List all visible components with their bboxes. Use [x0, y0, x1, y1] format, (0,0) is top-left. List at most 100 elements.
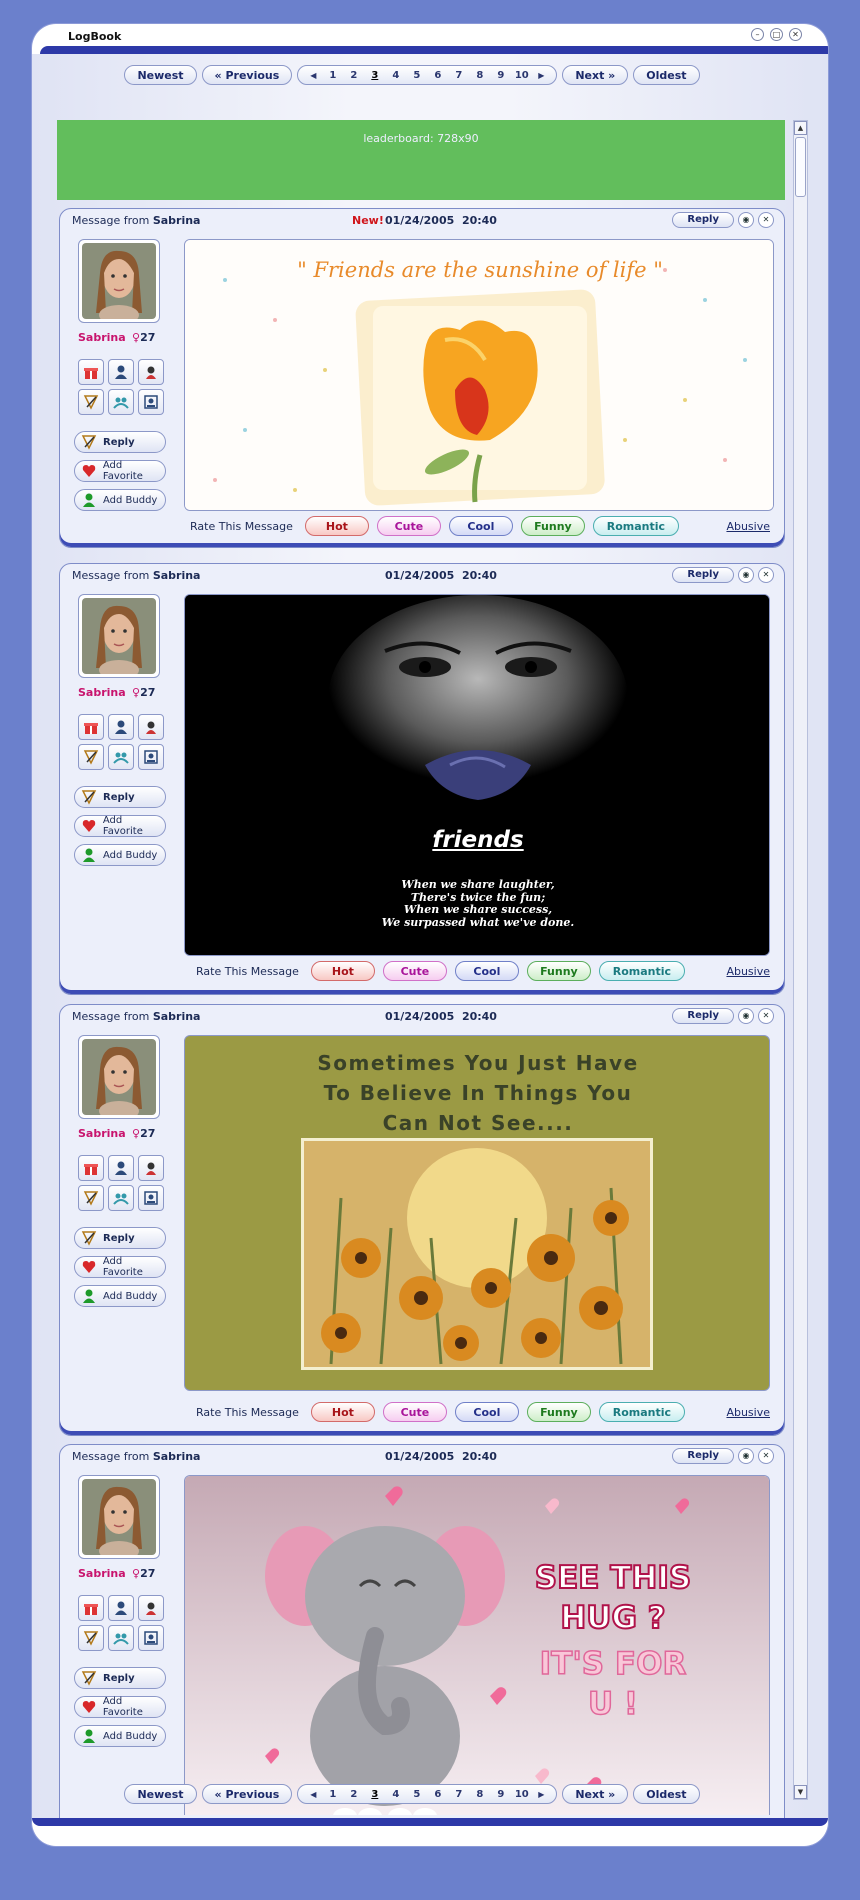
- close-icon[interactable]: ✕: [789, 28, 802, 41]
- id-card-icon[interactable]: [138, 744, 164, 770]
- write-icon[interactable]: [78, 744, 104, 770]
- avatar[interactable]: [78, 1475, 160, 1559]
- profile-icon[interactable]: [108, 1155, 134, 1181]
- eye-icon[interactable]: ◉: [738, 1008, 754, 1024]
- rate-cool-button[interactable]: Cool: [454, 1402, 519, 1422]
- page-link[interactable]: 7: [448, 1789, 469, 1800]
- reply-button[interactable]: Reply: [74, 1667, 166, 1689]
- scroll-up-icon[interactable]: ▲: [794, 121, 807, 135]
- rate-romantic-button[interactable]: Romantic: [592, 516, 679, 536]
- add-favorite-button[interactable]: Add Favorite: [74, 460, 166, 482]
- page-link[interactable]: 6: [427, 70, 448, 81]
- profile-icon[interactable]: [108, 359, 134, 385]
- page-link[interactable]: 6: [427, 1789, 448, 1800]
- rate-hot-button[interactable]: Hot: [310, 961, 375, 981]
- page-link[interactable]: 4: [385, 1789, 406, 1800]
- abusive-link[interactable]: Abusive: [726, 965, 770, 978]
- user-name[interactable]: Sabrina: [78, 1567, 126, 1580]
- oldest-button[interactable]: Oldest: [633, 1784, 700, 1804]
- rate-hot-button[interactable]: Hot: [310, 1402, 375, 1422]
- page-link[interactable]: 8: [469, 1789, 490, 1800]
- photo-icon[interactable]: [138, 1595, 164, 1621]
- gift-icon[interactable]: [78, 1155, 104, 1181]
- rate-cute-button[interactable]: Cute: [376, 516, 441, 536]
- rate-cool-button[interactable]: Cool: [454, 961, 519, 981]
- page-link[interactable]: 2: [343, 1789, 364, 1800]
- page-link-current[interactable]: 3: [364, 1789, 385, 1800]
- page-link[interactable]: 9: [490, 70, 511, 81]
- user-name[interactable]: Sabrina: [78, 331, 126, 344]
- prev-page-arrow-icon[interactable]: ◀: [304, 71, 322, 80]
- write-icon[interactable]: [78, 1185, 104, 1211]
- write-icon[interactable]: [78, 1625, 104, 1651]
- gift-icon[interactable]: [78, 1595, 104, 1621]
- sender-name[interactable]: Sabrina: [153, 569, 201, 582]
- add-buddy-button[interactable]: Add Buddy: [74, 1725, 166, 1747]
- id-card-icon[interactable]: [138, 1185, 164, 1211]
- add-favorite-button[interactable]: Add Favorite: [74, 1696, 166, 1718]
- user-name[interactable]: Sabrina: [78, 686, 126, 699]
- oldest-button[interactable]: Oldest: [633, 65, 700, 85]
- delete-icon[interactable]: ✕: [758, 567, 774, 583]
- sender-name[interactable]: Sabrina: [153, 214, 201, 227]
- add-favorite-button[interactable]: Add Favorite: [74, 1256, 166, 1278]
- id-card-icon[interactable]: [138, 1625, 164, 1651]
- photo-icon[interactable]: [138, 714, 164, 740]
- next-button[interactable]: Next »: [562, 65, 629, 85]
- add-favorite-button[interactable]: Add Favorite: [74, 815, 166, 837]
- minimize-icon[interactable]: –: [751, 28, 764, 41]
- photo-icon[interactable]: [138, 1155, 164, 1181]
- reply-button[interactable]: Reply: [74, 786, 166, 808]
- message-image[interactable]: " Friends are the sunshine of life ": [184, 239, 774, 511]
- photo-icon[interactable]: [138, 359, 164, 385]
- buddies-icon[interactable]: [108, 1625, 134, 1651]
- add-buddy-button[interactable]: Add Buddy: [74, 489, 166, 511]
- next-page-arrow-icon[interactable]: ▶: [532, 71, 550, 80]
- rate-funny-button[interactable]: Funny: [520, 516, 585, 536]
- page-link[interactable]: 7: [448, 70, 469, 81]
- add-buddy-button[interactable]: Add Buddy: [74, 844, 166, 866]
- scroll-thumb[interactable]: [795, 137, 806, 197]
- reply-button[interactable]: Reply: [74, 1227, 166, 1249]
- page-link[interactable]: 5: [406, 1789, 427, 1800]
- newest-button[interactable]: Newest: [124, 1784, 197, 1804]
- add-buddy-button[interactable]: Add Buddy: [74, 1285, 166, 1307]
- delete-icon[interactable]: ✕: [758, 1448, 774, 1464]
- buddies-icon[interactable]: [108, 744, 134, 770]
- rate-hot-button[interactable]: Hot: [304, 516, 369, 536]
- profile-icon[interactable]: [108, 714, 134, 740]
- page-link-current[interactable]: 3: [364, 70, 385, 81]
- previous-button[interactable]: « Previous: [201, 65, 293, 85]
- rate-romantic-button[interactable]: Romantic: [598, 961, 685, 981]
- page-link[interactable]: 4: [385, 70, 406, 81]
- page-link[interactable]: 10: [511, 1789, 532, 1800]
- avatar[interactable]: [78, 239, 160, 323]
- message-image[interactable]: SEE THIS HUG ? IT'S FOR U !: [184, 1475, 770, 1815]
- rate-cute-button[interactable]: Cute: [382, 1402, 447, 1422]
- avatar[interactable]: [78, 1035, 160, 1119]
- id-card-icon[interactable]: [138, 389, 164, 415]
- page-link[interactable]: 2: [343, 70, 364, 81]
- profile-icon[interactable]: [108, 1595, 134, 1621]
- message-image[interactable]: Sometimes You Just Have To Believe In Th…: [184, 1035, 770, 1391]
- rate-funny-button[interactable]: Funny: [526, 1402, 591, 1422]
- prev-page-arrow-icon[interactable]: ◀: [304, 1790, 322, 1799]
- newest-button[interactable]: Newest: [124, 65, 197, 85]
- leaderboard-ad[interactable]: leaderboard: 728x90: [57, 120, 785, 200]
- page-link[interactable]: 9: [490, 1789, 511, 1800]
- reply-button-small[interactable]: Reply: [672, 1008, 734, 1024]
- sender-name[interactable]: Sabrina: [153, 1010, 201, 1023]
- avatar[interactable]: [78, 594, 160, 678]
- next-page-arrow-icon[interactable]: ▶: [532, 1790, 550, 1799]
- rate-funny-button[interactable]: Funny: [526, 961, 591, 981]
- gift-icon[interactable]: [78, 714, 104, 740]
- abusive-link[interactable]: Abusive: [726, 1406, 770, 1419]
- abusive-link[interactable]: Abusive: [726, 520, 770, 533]
- buddies-icon[interactable]: [108, 389, 134, 415]
- user-name[interactable]: Sabrina: [78, 1127, 126, 1140]
- reply-button-small[interactable]: Reply: [672, 212, 734, 228]
- reply-button[interactable]: Reply: [74, 431, 166, 453]
- page-link[interactable]: 5: [406, 70, 427, 81]
- page-link[interactable]: 8: [469, 70, 490, 81]
- rate-romantic-button[interactable]: Romantic: [598, 1402, 685, 1422]
